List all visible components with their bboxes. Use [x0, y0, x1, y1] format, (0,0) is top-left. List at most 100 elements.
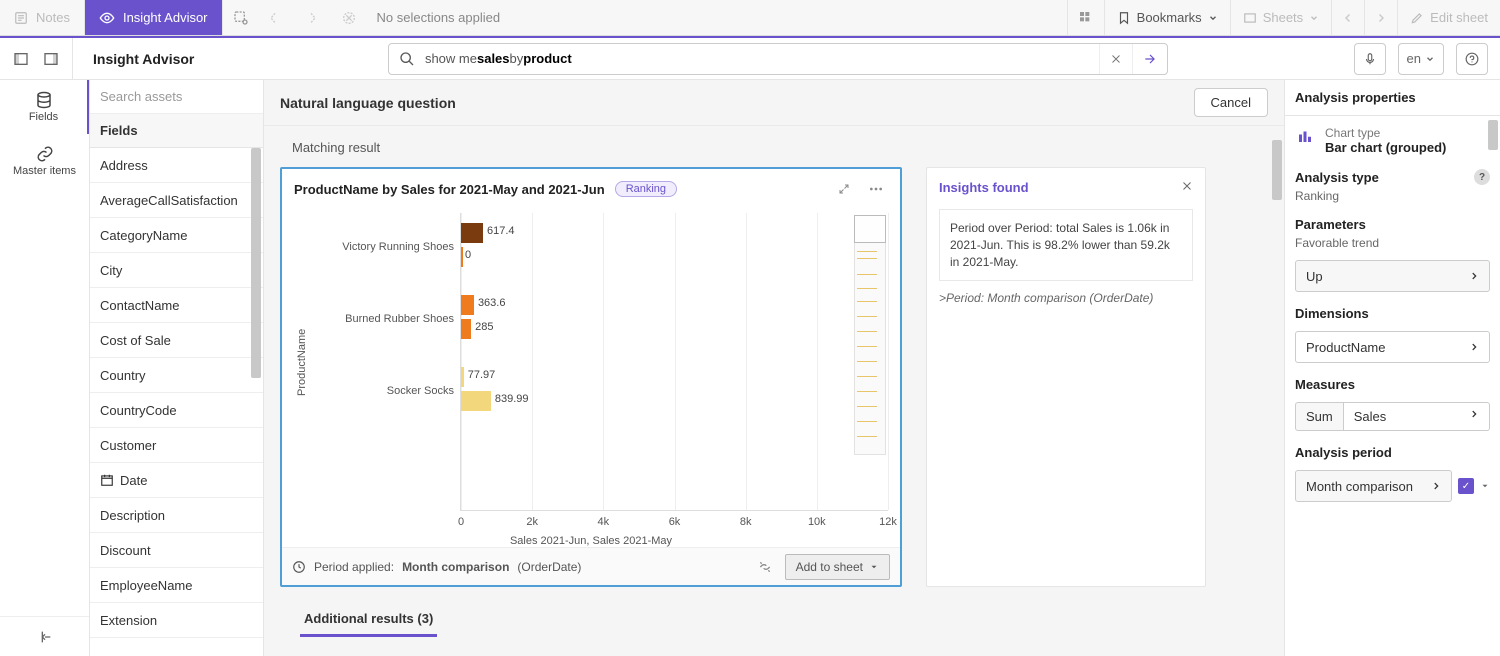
bookmarks-button[interactable]: Bookmarks [1104, 0, 1230, 35]
measure-field-selector[interactable]: Sales [1344, 402, 1490, 431]
bar [461, 319, 471, 339]
sheets-button[interactable]: Sheets [1230, 0, 1331, 35]
leftnav-master[interactable]: Master items [0, 134, 89, 188]
assets-search-placeholder: Search assets [100, 89, 182, 104]
list-item-label: Description [100, 508, 165, 523]
chevron-right-icon [1469, 409, 1479, 424]
main-area: Natural language question Cancel Matchin… [264, 80, 1284, 656]
main-header: Natural language question Cancel [264, 80, 1284, 126]
insights-header: Insights found [939, 180, 1193, 195]
dimension-selector[interactable]: ProductName [1295, 331, 1490, 363]
analysis-period-value: Month comparison [1306, 479, 1413, 494]
chart-title: ProductName by Sales for 2021-May and 20… [294, 182, 605, 197]
clock-icon [292, 560, 306, 574]
period-applied-label: Period applied: [314, 560, 394, 574]
list-item[interactable]: CategoryName [90, 218, 263, 253]
bar-value: 285 [475, 321, 493, 333]
list-item[interactable]: Customer [90, 428, 263, 463]
main-scrollbar[interactable] [1270, 80, 1284, 656]
clear-selections-button[interactable] [331, 10, 367, 26]
chart-minimap[interactable] [854, 215, 886, 455]
edit-sheet-button[interactable]: Edit sheet [1397, 0, 1500, 35]
mic-button[interactable] [1354, 43, 1386, 75]
list-item[interactable]: EmployeeName [90, 568, 263, 603]
assets-search-input[interactable]: Search assets [90, 80, 263, 114]
assets-header: Fields [90, 114, 263, 148]
insights-title: Insights found [939, 180, 1029, 195]
dimensions-label: Dimensions [1295, 306, 1490, 321]
grid-icon-button[interactable] [1067, 0, 1104, 35]
list-item[interactable]: City [90, 253, 263, 288]
list-item[interactable]: Date [90, 463, 263, 498]
step-back-button[interactable] [259, 10, 295, 26]
plot-area[interactable]: 0 2k 4k 6k 8k 10k 12k 617.4 [460, 213, 888, 511]
dimensions-section: Dimensions ProductName [1295, 306, 1490, 363]
prev-sheet-button[interactable] [1331, 0, 1364, 35]
additional-results-tab[interactable]: Additional results (3) [300, 603, 437, 637]
leftnav-fields[interactable]: Fields [0, 80, 89, 134]
favorable-trend-value: Up [1306, 269, 1323, 284]
scrollbar-thumb[interactable] [1272, 140, 1282, 200]
scrollbar-thumb[interactable] [251, 148, 261, 378]
insight-text: Period over Period: total Sales is 1.06k… [939, 209, 1193, 281]
analysis-period-selector[interactable]: Month comparison [1295, 470, 1452, 502]
list-item[interactable]: Country [90, 358, 263, 393]
list-item[interactable]: AverageCallSatisfaction [90, 183, 263, 218]
search-input[interactable]: show me sales by product [425, 51, 1099, 66]
subbar: Insight Advisor show me sales by product… [0, 38, 1500, 80]
bar-chart-icon [1295, 126, 1315, 146]
chart-type-text: Chart type Bar chart (grouped) [1325, 126, 1446, 155]
list-item[interactable]: Cost of Sale [90, 323, 263, 358]
chart-more-button[interactable] [864, 179, 888, 199]
list-item[interactable]: Description [90, 498, 263, 533]
list-item[interactable]: Extension [90, 603, 263, 638]
list-item[interactable]: ContactName [90, 288, 263, 323]
tab-insight-advisor[interactable]: Insight Advisor [85, 0, 223, 35]
left-panel-toggle[interactable] [8, 46, 34, 72]
list-item[interactable]: Discount [90, 533, 263, 568]
bar [461, 223, 483, 243]
minimap-handle[interactable] [854, 215, 886, 243]
eye-icon [99, 10, 115, 26]
favorable-trend-selector[interactable]: Up [1295, 260, 1490, 292]
scrollbar-thumb[interactable] [1488, 120, 1498, 150]
analysis-period-control: Month comparison ✓ [1295, 470, 1490, 502]
measure-control: Sum Sales [1295, 402, 1490, 431]
period-checkbox[interactable]: ✓ [1458, 478, 1474, 494]
collapse-leftnav-button[interactable] [0, 616, 89, 656]
period-note: >Period: Month comparison (OrderDate) [939, 291, 1193, 305]
notes-icon [14, 11, 28, 25]
list-item-label: Discount [100, 543, 151, 558]
submit-search-button[interactable] [1132, 44, 1167, 74]
assets-list: AddressAverageCallSatisfactionCategoryNa… [90, 148, 263, 656]
tab-insight-label: Insight Advisor [123, 10, 208, 25]
add-to-sheet-button[interactable]: Add to sheet [785, 554, 890, 580]
nlq-title: Natural language question [280, 95, 456, 111]
chart-body: ProductName Victory Running Shoes Burned… [282, 209, 900, 547]
cancel-button[interactable]: Cancel [1194, 88, 1268, 117]
bookmarks-label: Bookmarks [1137, 10, 1202, 25]
sheets-label: Sheets [1263, 10, 1303, 25]
next-sheet-button[interactable] [1364, 0, 1397, 35]
selection-tools: No selections applied [223, 0, 511, 35]
step-forward-button[interactable] [295, 10, 331, 26]
no-selections-label: No selections applied [367, 10, 511, 25]
measure-agg[interactable]: Sum [1295, 402, 1344, 431]
props-scrollbar[interactable] [1486, 120, 1500, 656]
help-button[interactable] [1456, 43, 1488, 75]
calendar-icon [100, 473, 114, 487]
assets-scrollbar[interactable] [249, 148, 263, 656]
language-selector[interactable]: en [1398, 43, 1444, 75]
right-panel-toggle[interactable] [38, 46, 64, 72]
x-tick: 12k [879, 516, 897, 528]
smart-search-icon-button[interactable] [223, 10, 259, 26]
break-link-button[interactable] [753, 559, 777, 575]
chevron-right-icon [1469, 342, 1479, 352]
clear-search-button[interactable] [1099, 44, 1132, 74]
close-insights-button[interactable] [1181, 180, 1193, 195]
list-item[interactable]: CountryCode [90, 393, 263, 428]
list-item[interactable]: Address [90, 148, 263, 183]
expand-chart-button[interactable] [834, 181, 854, 197]
edit-sheet-label: Edit sheet [1430, 10, 1488, 25]
tab-notes[interactable]: Notes [0, 0, 85, 35]
